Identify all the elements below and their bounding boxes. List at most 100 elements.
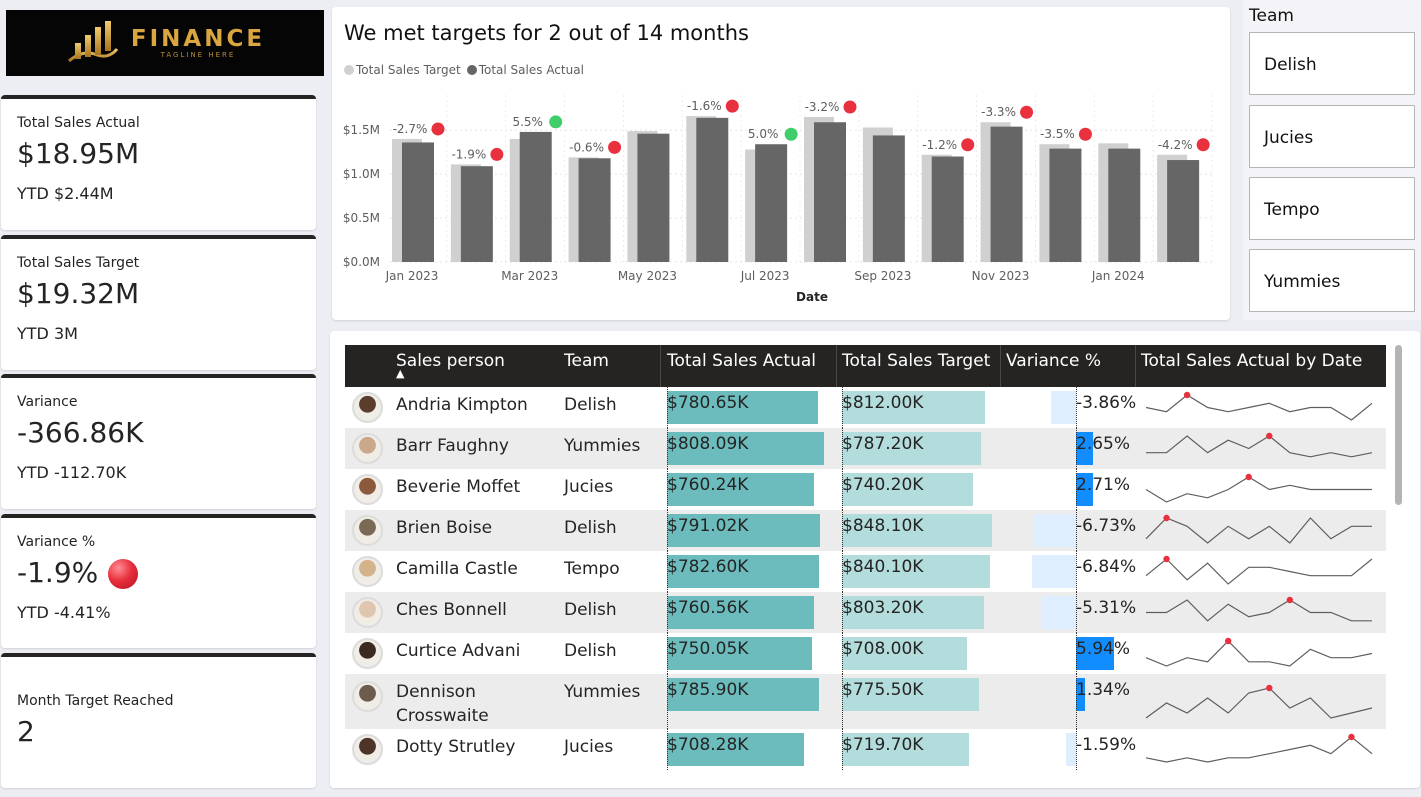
bar-actual-3[interactable] <box>578 158 611 262</box>
bar-actual-12[interactable] <box>1108 148 1141 262</box>
kpi-ytd: YTD -112.70K <box>17 463 127 482</box>
legend-item-target[interactable]: Total Sales Target <box>344 63 461 77</box>
kpi-label: Total Sales Actual <box>17 115 140 131</box>
bar-axis-line <box>1076 387 1077 428</box>
column-header-total-sales-target[interactable]: Total Sales Target <box>842 351 990 371</box>
bar-actual-10[interactable] <box>990 126 1023 262</box>
sparkline <box>1145 473 1372 503</box>
logo-tagline: TAGLINE HERE <box>160 51 236 59</box>
table-row[interactable]: Dennison Crosswaite Yummies $785.90K $775.5… <box>345 674 1386 729</box>
y-tick-label: $1.5M <box>343 123 380 137</box>
bar-axis-line <box>842 469 843 510</box>
variance-label-9: -1.2% <box>922 138 957 152</box>
sparkline-peak-marker <box>1245 473 1252 481</box>
bar-variance-percent <box>1042 596 1076 629</box>
kpi-ytd: YTD 3M <box>17 324 78 343</box>
bar-actual-1[interactable] <box>460 166 493 262</box>
scrollbar-thumb[interactable] <box>1395 345 1402 505</box>
kpi-value: -1.9% <box>17 556 99 589</box>
table-row[interactable]: Brien Boise Delish $791.02K $848.10K -6.73% <box>345 510 1386 551</box>
bar-actual-7[interactable] <box>814 122 846 262</box>
bar-actual-2[interactable] <box>519 131 552 262</box>
status-red-ball-icon <box>108 559 139 589</box>
sparkline <box>1145 637 1373 667</box>
header-label: Total Sales Target <box>842 351 991 371</box>
variance-label-6: 5.0% <box>748 127 779 141</box>
sparkline-peak-marker <box>1286 596 1294 604</box>
sales-person-name: Dennison Crosswaite <box>396 682 489 726</box>
x-tick-label: Sep 2023 <box>854 269 911 283</box>
table-row[interactable]: Curtice Advani Delish $750.05K $708.00K 5.94… <box>345 633 1386 674</box>
slicer-item-delish[interactable]: Delish <box>1249 32 1415 95</box>
column-header-variance-percent[interactable]: Variance % <box>1006 351 1101 371</box>
slicer-item-yummies[interactable]: Yummies <box>1249 249 1415 312</box>
bar-axis-line <box>1076 510 1077 551</box>
sales-person-name: Brien Boise <box>396 518 493 538</box>
table-row[interactable]: Andria Kimpton Delish $780.65K $812.00K -3.8… <box>345 387 1386 428</box>
variance-percent-value: 2.65% <box>1076 434 1131 454</box>
variance-label-3: -0.6% <box>569 140 604 154</box>
column-divider <box>836 345 837 387</box>
finance-logo: FINANCE TAGLINE HERE <box>6 10 324 76</box>
sales-person-name: Beverie Moffet <box>396 477 521 497</box>
table-row[interactable]: Barr Faughny Yummies $808.09K $787.20K 2.65% <box>345 428 1386 469</box>
sparkline-path <box>1145 394 1373 421</box>
x-axis-title: Date <box>796 290 828 304</box>
table-body: Andria Kimpton Delish $780.65K $812.00K -3.8… <box>345 387 1386 771</box>
total-sales-target-value: $812.00K <box>842 393 924 413</box>
bar-axis-line <box>667 674 668 729</box>
bar-actual-8[interactable] <box>872 135 905 262</box>
total-sales-target-value: $775.50K <box>842 680 924 700</box>
legend-swatch-actual <box>466 65 477 75</box>
bar-axis-line <box>842 428 843 469</box>
bar-actual-6[interactable] <box>755 144 788 262</box>
kpi-card-variance-percent: Variance % -1.9% YTD -4.41% <box>1 514 316 648</box>
total-sales-target-value: $740.20K <box>842 475 924 495</box>
bar-axis-line <box>667 469 668 510</box>
legend-item-actual[interactable]: Total Sales Actual <box>466 63 584 77</box>
bar-actual-5[interactable] <box>696 117 729 262</box>
bar-actual-9[interactable] <box>931 156 964 262</box>
sparkline-peak-marker <box>1348 733 1355 741</box>
table-row[interactable]: Ches Bonnell Delish $760.56K $803.20K -5.31% <box>345 592 1386 633</box>
sales-chart-card: We met targets for 2 out of 14 months To… <box>332 7 1230 320</box>
bar-actual-0[interactable] <box>402 142 434 262</box>
sparkline-peak-marker <box>1266 684 1273 692</box>
table-row[interactable]: Dotty Strutley Jucies $708.28K $719.70K -1.5… <box>345 729 1386 770</box>
slicer-item-tempo[interactable]: Tempo <box>1249 177 1415 240</box>
column-divider <box>1000 345 1001 387</box>
slicer-item-label: Jucies <box>1264 128 1314 148</box>
sparkline <box>1145 514 1372 544</box>
table-row[interactable]: Beverie Moffet Jucies $760.24K $740.20K 2.71… <box>345 469 1386 510</box>
legend-swatch-target <box>344 65 354 75</box>
legend-label-actual: Total Sales Actual <box>478 63 584 77</box>
column-header-total-sales-actual[interactable]: Total Sales Actual <box>667 351 816 371</box>
team-name: Delish <box>564 641 617 661</box>
sparkline <box>1145 684 1373 719</box>
sales-person-name: Andria Kimpton <box>396 395 528 415</box>
column-header-team[interactable]: Team <box>564 351 609 371</box>
sparkline-path <box>1145 640 1373 667</box>
column-header-sales-person[interactable]: Sales person <box>396 351 505 371</box>
table-row[interactable]: Camilla Castle Tempo $782.60K $840.10K -6.84… <box>345 551 1386 592</box>
sort-ascending-icon[interactable]: ▲ <box>396 367 404 380</box>
total-sales-actual-value: $708.28K <box>667 735 749 755</box>
sparkline <box>1146 596 1372 622</box>
slicer-item-label: Tempo <box>1264 200 1320 220</box>
total-sales-actual-value: $791.02K <box>667 516 749 536</box>
team-name: Jucies <box>564 737 614 757</box>
bar-actual-11[interactable] <box>1049 148 1082 262</box>
variance-label-5: -1.6% <box>687 99 722 113</box>
variance-percent-value: -6.84% <box>1076 557 1137 577</box>
slicer-item-jucies[interactable]: Jucies <box>1249 105 1415 168</box>
variance-label-13: -4.2% <box>1158 138 1193 152</box>
sales-person-name: Camilla Castle <box>396 559 518 579</box>
bar-actual-13[interactable] <box>1167 160 1200 262</box>
status-miss-dot-icon <box>490 147 504 161</box>
bar-chart-logo-icon <box>67 21 119 63</box>
table-scrollbar[interactable] <box>1392 343 1404 783</box>
column-header-sales-by-date[interactable]: Total Sales Actual by Date <box>1141 351 1362 371</box>
avatar <box>352 597 383 628</box>
total-sales-actual-value: $760.24K <box>667 475 749 495</box>
bar-actual-4[interactable] <box>637 133 670 262</box>
